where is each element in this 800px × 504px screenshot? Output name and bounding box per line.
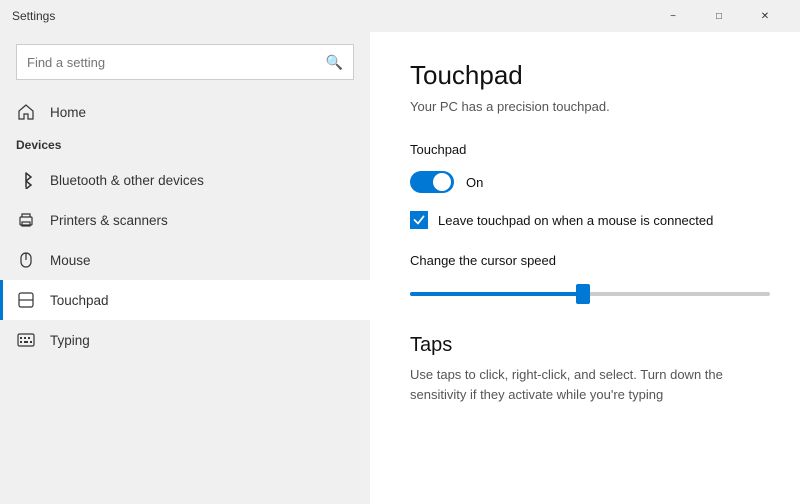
toggle-label: On xyxy=(466,175,483,190)
touchpad-section-label: Touchpad xyxy=(410,142,760,157)
app-container: 🔍 Home Devices Bluetooth & other devices xyxy=(0,32,800,504)
sidebar-item-mouse[interactable]: Mouse xyxy=(0,240,370,280)
home-icon xyxy=(16,102,36,122)
cursor-speed-slider-container xyxy=(410,282,770,306)
page-title: Touchpad xyxy=(410,60,760,91)
taps-title: Taps xyxy=(410,334,760,357)
printer-icon xyxy=(16,210,36,230)
touchpad-icon xyxy=(16,290,36,310)
sidebar-item-typing-label: Typing xyxy=(50,333,90,348)
leave-touchpad-checkbox[interactable] xyxy=(410,211,428,229)
title-bar: Settings − □ ✕ xyxy=(0,0,800,32)
bluetooth-icon xyxy=(16,170,36,190)
touchpad-toggle[interactable] xyxy=(410,171,454,193)
search-input[interactable] xyxy=(27,55,318,70)
sidebar-item-printers-label: Printers & scanners xyxy=(50,213,168,228)
taps-description: Use taps to click, right-click, and sele… xyxy=(410,365,760,404)
minimize-button[interactable]: − xyxy=(650,0,696,32)
mouse-icon xyxy=(16,250,36,270)
maximize-button[interactable]: □ xyxy=(696,0,742,32)
search-box: 🔍 xyxy=(16,44,354,80)
sidebar-item-home-label: Home xyxy=(50,105,86,120)
page-subtitle: Your PC has a precision touchpad. xyxy=(410,99,760,114)
close-button[interactable]: ✕ xyxy=(742,0,788,32)
touchpad-toggle-row: On xyxy=(410,171,760,193)
checkbox-row: Leave touchpad on when a mouse is connec… xyxy=(410,211,760,229)
sidebar-item-home[interactable]: Home xyxy=(0,92,370,132)
checkbox-label: Leave touchpad on when a mouse is connec… xyxy=(438,213,713,228)
toggle-knob xyxy=(433,173,451,191)
slider-thumb[interactable] xyxy=(576,284,590,304)
sidebar-item-touchpad-label: Touchpad xyxy=(50,293,109,308)
main-panel: Touchpad Your PC has a precision touchpa… xyxy=(370,32,800,504)
keyboard-icon xyxy=(16,330,36,350)
sidebar-item-touchpad[interactable]: Touchpad xyxy=(0,280,370,320)
window-controls: − □ ✕ xyxy=(650,0,788,32)
sidebar-item-bluetooth[interactable]: Bluetooth & other devices xyxy=(0,160,370,200)
search-box-wrapper: 🔍 xyxy=(0,32,370,92)
cursor-speed-label: Change the cursor speed xyxy=(410,253,760,268)
sidebar-item-bluetooth-label: Bluetooth & other devices xyxy=(50,173,204,188)
search-icon: 🔍 xyxy=(326,54,343,71)
slider-fill xyxy=(410,292,583,296)
sidebar-item-typing[interactable]: Typing xyxy=(0,320,370,360)
sidebar: 🔍 Home Devices Bluetooth & other devices xyxy=(0,32,370,504)
sidebar-section-devices: Devices xyxy=(0,132,370,160)
sidebar-item-printers[interactable]: Printers & scanners xyxy=(0,200,370,240)
app-title: Settings xyxy=(12,9,650,23)
sidebar-item-mouse-label: Mouse xyxy=(50,253,91,268)
